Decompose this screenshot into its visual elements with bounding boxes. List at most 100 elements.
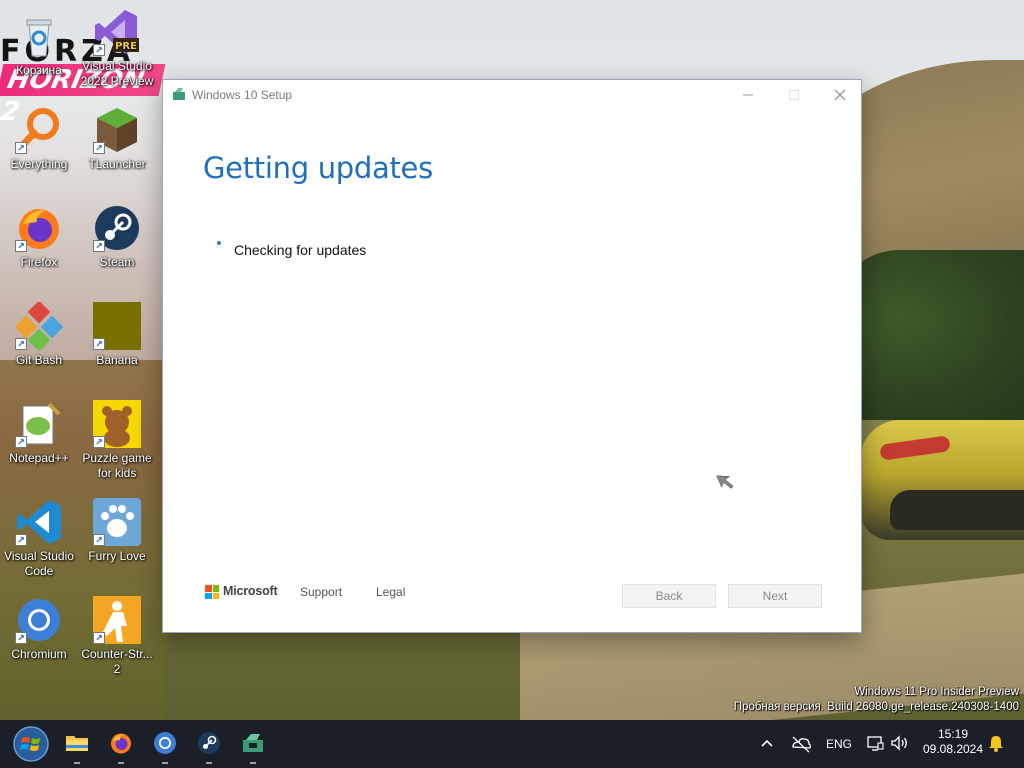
window-titlebar[interactable]: Windows 10 Setup [163,80,861,110]
next-button[interactable]: Next [728,584,822,608]
taskbar-chromium[interactable] [143,720,187,768]
desktop-icon-label: Chromium [11,647,67,661]
desktop-icon-counter-strike[interactable]: ↗ Counter-Str... 2 [78,596,156,677]
tray-network-button[interactable] [790,734,812,754]
running-indicator [162,762,168,764]
firefox-icon: ↗ [15,204,63,252]
desktop-icon-label: Banana [96,353,138,367]
furry-love-icon: ↗ [93,498,141,546]
desktop-icon-label: Counter-Str... 2 [81,647,153,676]
git-bash-icon: ↗ [14,300,64,352]
banana-icon: ↗ [93,302,141,350]
wallpaper-trees [840,250,1024,420]
shortcut-arrow-icon: ↗ [93,436,105,448]
desktop-icon-git-bash[interactable]: ↗ Git Bash [0,300,78,368]
running-indicator [206,762,212,764]
desktop-icon-label: Git Bash [15,353,63,367]
everything-search-icon: ↗ [15,106,63,154]
vscode-icon: ↗ [15,498,63,546]
close-icon [834,89,846,101]
tray-clock[interactable]: 15:19 09.08.2024 [922,727,984,768]
puzzle-game-icon: ↗ [93,400,141,448]
windows-setup-window[interactable]: Windows 10 Setup Getting updates Checkin… [162,79,862,633]
legal-link[interactable]: Legal [376,585,405,599]
running-indicator [74,762,80,764]
shortcut-arrow-icon: ↗ [93,338,105,350]
page-heading: Getting updates [203,151,433,185]
shortcut-arrow-icon: ↗ [93,240,105,252]
volume-icon [891,735,907,751]
desktop-icon-label: Visual Studio 2022 Preview [80,59,154,88]
clock-date: 09.08.2024 [922,742,984,756]
window-footer: Microsoft Support Legal Back Next [163,574,861,614]
maximize-button[interactable] [771,80,817,110]
tray-volume-button[interactable] [890,734,910,752]
windows-setup-icon [173,88,185,100]
running-indicator [118,762,124,764]
shortcut-arrow-icon: ↗ [15,436,27,448]
status-text: Checking for updates [234,242,367,258]
close-button[interactable] [817,80,863,110]
desktop-icon-everything[interactable]: ↗ Everything [0,106,78,172]
notepadpp-icon: ↗ [15,400,63,448]
windows-start-icon [13,726,49,762]
minimize-button[interactable] [725,80,771,110]
desktop-icon-chromium[interactable]: ↗ Chromium [0,596,78,662]
tray-language-button[interactable]: ENG [826,737,852,768]
taskbar-file-explorer[interactable] [55,720,99,768]
desktop-icon-firefox[interactable]: ↗ Firefox [0,204,78,270]
chromium-icon [154,732,176,754]
display-icon [867,736,884,751]
desktop-icon-label: Firefox [20,255,58,269]
desktop-icon-visual-studio-preview[interactable]: PRE ↗ Visual Studio 2022 Preview [78,8,156,89]
tray-notifications-button[interactable] [988,734,1004,752]
back-button[interactable]: Back [622,584,716,608]
steam-icon [198,732,220,754]
steam-icon: ↗ [93,204,141,252]
window-title: Windows 10 Setup [192,88,293,102]
visual-studio-preview-icon: PRE ↗ [93,8,141,56]
taskbar-steam[interactable] [187,720,231,768]
tlauncher-icon: ↗ [93,106,141,154]
watermark-build: Пробная версия. Build 26080.ge_release.2… [733,701,1019,713]
recycle-bin-icon [15,12,63,60]
tray-show-hidden-icons-button[interactable] [760,736,778,768]
desktop-icon-label: Visual Studio Code [4,549,74,578]
windows-watermark: Windows 11 Pro Insider Preview Пробная в… [734,685,1019,715]
desktop-icon-steam[interactable]: ↗ Steam [78,204,156,270]
desktop-icon-puzzle-game[interactable]: ↗ Puzzle game for kids [78,400,156,481]
chromium-icon: ↗ [15,596,63,644]
pre-badge: PRE [115,41,137,52]
folder-icon [66,736,88,751]
tray-display-button[interactable] [866,734,884,752]
shortcut-arrow-icon: ↗ [93,142,105,154]
network-disconnected-icon [792,736,811,753]
desktop-icon-label: Furry Love [88,549,146,563]
desktop-icon-label: TLauncher [88,157,146,171]
bell-icon [989,736,1003,752]
desktop-icon-label: Корзина [16,63,62,77]
start-button[interactable] [10,720,54,768]
desktop-icon-tlauncher[interactable]: ↗ TLauncher [78,106,156,172]
clock-time: 15:19 [937,727,969,741]
taskbar-windows-setup[interactable] [231,720,275,768]
desktop-icon-label: Notepad++ [9,451,69,465]
running-indicator [250,762,256,764]
windows-setup-icon [243,734,263,752]
support-link[interactable]: Support [300,585,342,599]
desktop-icon-notepadpp[interactable]: ↗ Notepad++ [0,400,78,466]
shortcut-arrow-icon: ↗ [93,632,105,644]
desktop-icon-recycle-bin[interactable]: Корзина [0,12,78,78]
shortcut-arrow-icon: ↗ [93,534,105,546]
shortcut-arrow-icon: ↗ [15,338,27,350]
desktop-icon-furry-love[interactable]: ↗ Furry Love [78,498,156,564]
microsoft-logo-icon [205,585,219,599]
watermark-edition: Windows 11 Pro Insider Preview [854,686,1019,698]
mouse-pointer-icon [716,475,734,489]
desktop-icon-banana[interactable]: ↗ Banana [78,302,156,368]
shortcut-arrow-icon: ↗ [93,44,105,56]
taskbar-firefox[interactable] [99,720,143,768]
desktop-icon-label: Puzzle game for kids [82,451,152,480]
minimize-icon [743,94,753,96]
desktop-icon-vscode[interactable]: ↗ Visual Studio Code [0,498,78,579]
